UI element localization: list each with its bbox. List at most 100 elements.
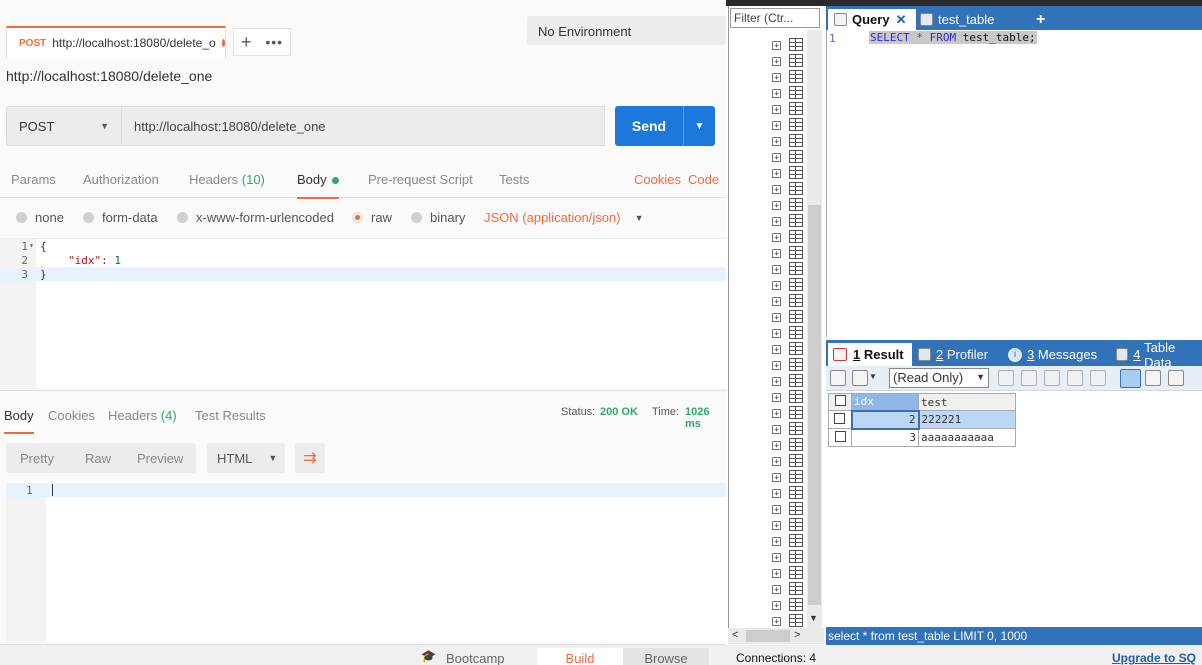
cookies-link[interactable]: Cookies [634,172,681,187]
expand-plus-icon[interactable]: + [772,217,781,226]
expand-plus-icon[interactable]: + [772,457,781,466]
profiler-tab[interactable]: 2 Profiler [918,343,988,366]
cell-test[interactable]: aaaaaaaaaaa [918,428,1016,447]
expand-plus-icon[interactable]: + [772,473,781,482]
tree-table-item[interactable]: + [772,358,806,372]
expand-plus-icon[interactable]: + [772,361,781,370]
tree-table-item[interactable]: + [772,470,806,484]
h-scroll-thumb[interactable] [746,630,790,642]
tree-table-item[interactable]: + [772,502,806,516]
resp-tab-body[interactable]: Body [4,408,34,434]
url-input[interactable]: http://localhost:18080/delete_one [122,106,605,146]
readonly-select[interactable]: (Read Only) ▼ [889,368,989,388]
tree-table-item[interactable]: + [772,230,806,244]
tab-params[interactable]: Params [11,172,56,187]
expand-plus-icon[interactable]: + [772,329,781,338]
resp-tab-test-results[interactable]: Test Results [195,408,266,423]
query-editor[interactable]: 1 SELECT * FROM test_table; [826,30,1202,337]
code-link[interactable]: Code [688,172,719,187]
method-select[interactable]: POST ▼ [6,106,122,146]
expand-plus-icon[interactable]: + [772,377,781,386]
preview-button[interactable]: Preview [137,451,183,466]
tree-table-item[interactable]: + [772,582,806,596]
new-tab-plus-icon[interactable]: + [241,32,252,53]
tree-table-item[interactable]: + [772,198,806,212]
tree-table-item[interactable]: + [772,310,806,324]
upgrade-link[interactable]: Upgrade to SQ [1112,651,1196,665]
expand-plus-icon[interactable]: + [772,441,781,450]
save-icon[interactable] [1044,370,1060,386]
expand-plus-icon[interactable]: + [772,569,781,578]
cancel-icon[interactable] [1090,370,1106,386]
tree-table-item[interactable]: + [772,278,806,292]
table-row[interactable]: 3 aaaaaaaaaaa [828,428,1016,447]
tree-table-item[interactable]: + [772,422,806,436]
expand-plus-icon[interactable]: + [772,233,781,242]
tree-table-item[interactable]: + [772,118,806,132]
tree-table-item[interactable]: + [772,102,806,116]
cell-test[interactable]: 222221 [918,410,1016,429]
tree-table-item[interactable]: + [772,262,806,276]
table-row[interactable]: 2 222221 [828,409,1016,430]
radio-none[interactable]: none [16,210,64,225]
tree-table-item[interactable]: + [772,614,806,628]
tree-table-item[interactable]: + [772,214,806,228]
tree-table-item[interactable]: + [772,246,806,260]
radio-urlencoded[interactable]: x-www-form-urlencoded [177,210,334,225]
tree-table-item[interactable]: + [772,54,806,68]
tree-table-item[interactable]: + [772,150,806,164]
expand-plus-icon[interactable]: + [772,265,781,274]
response-body-viewer[interactable]: 1 [6,483,726,643]
tab-tests[interactable]: Tests [499,172,529,187]
tab-prerequest[interactable]: Pre-request Script [368,172,473,187]
fold-arrow-icon[interactable]: ▾ [29,241,34,250]
expand-plus-icon[interactable]: + [772,489,781,498]
scroll-left-arrow-icon[interactable]: < [732,629,738,641]
tree-table-item[interactable]: + [772,438,806,452]
query-tab[interactable]: Query ✕ [828,9,916,30]
tree-table-item[interactable]: + [772,406,806,420]
expand-plus-icon[interactable]: + [772,185,781,194]
tree-table-item[interactable]: + [772,134,806,148]
format-select[interactable]: HTML ▼ [207,443,285,473]
grid-view-icon[interactable] [1120,369,1141,388]
insert-row-icon[interactable] [998,370,1014,386]
expand-plus-icon[interactable]: + [772,601,781,610]
view-mode-icon[interactable] [852,370,868,386]
expand-plus-icon[interactable]: + [772,201,781,210]
table-tab[interactable]: test_table [920,9,994,30]
send-dropdown-icon[interactable]: ▼ [683,106,715,146]
raw-button[interactable]: Raw [85,451,111,466]
tree-table-item[interactable]: + [772,342,806,356]
request-tab[interactable]: POST http://localhost:18080/delete_o [6,26,226,58]
expand-plus-icon[interactable]: + [772,153,781,162]
radio-form-data[interactable]: form-data [83,210,158,225]
expand-plus-icon[interactable]: + [772,313,781,322]
delete-icon[interactable] [1067,370,1083,386]
form-view-icon[interactable] [1145,370,1161,386]
expand-plus-icon[interactable]: + [772,537,781,546]
tree-table-item[interactable]: + [772,374,806,388]
tree-table-item[interactable]: + [772,70,806,84]
expand-plus-icon[interactable]: + [772,553,781,562]
bootcamp-link[interactable]: Bootcamp [446,651,505,665]
expand-plus-icon[interactable]: + [772,137,781,146]
wrap-lines-icon[interactable]: ⇉ [295,443,325,473]
resp-tab-cookies[interactable]: Cookies [48,408,95,423]
expand-plus-icon[interactable]: + [772,105,781,114]
tree-table-item[interactable]: + [772,486,806,500]
expand-plus-icon[interactable]: + [772,169,781,178]
pretty-button[interactable]: Pretty [20,451,54,466]
expand-plus-icon[interactable]: + [772,425,781,434]
expand-plus-icon[interactable]: + [772,121,781,130]
column-header-test[interactable]: test [918,393,1016,411]
row-checkbox[interactable] [828,410,852,429]
tab-headers[interactable]: Headers (10) [189,172,265,187]
send-button[interactable]: Send ▼ [615,106,715,146]
scroll-right-arrow-icon[interactable]: > [794,629,800,641]
expand-plus-icon[interactable]: + [772,617,781,626]
tree-table-item[interactable]: + [772,598,806,612]
expand-plus-icon[interactable]: + [772,585,781,594]
filter-input[interactable]: Filter (Ctr... [730,8,820,28]
duplicate-row-icon[interactable] [1021,370,1037,386]
